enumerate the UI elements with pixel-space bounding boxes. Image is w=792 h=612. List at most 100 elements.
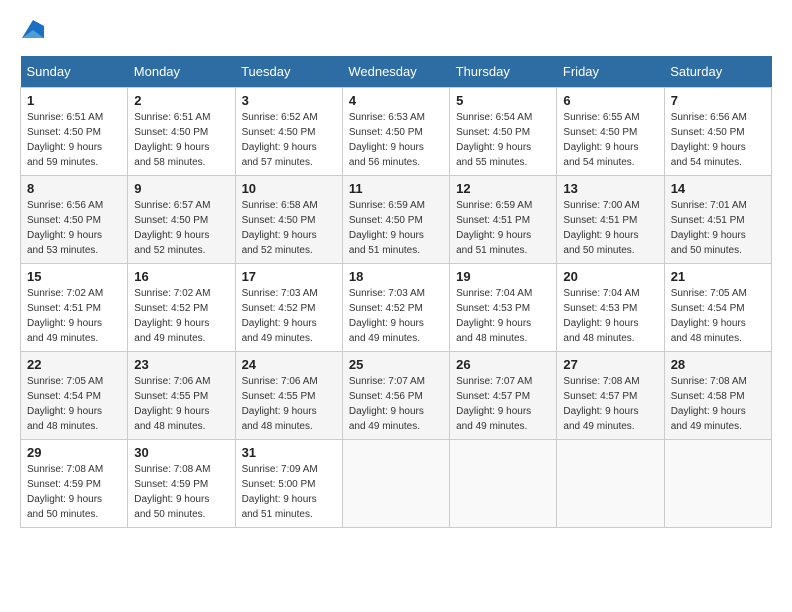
- day-detail: Sunrise: 7:02 AM Sunset: 4:52 PM Dayligh…: [134, 286, 228, 346]
- day-detail: Sunrise: 7:07 AM Sunset: 4:56 PM Dayligh…: [349, 374, 443, 434]
- day-detail: Sunrise: 7:08 AM Sunset: 4:58 PM Dayligh…: [671, 374, 765, 434]
- day-number: 17: [242, 269, 336, 284]
- logo: [20, 20, 44, 40]
- calendar-cell: 28 Sunrise: 7:08 AM Sunset: 4:58 PM Dayl…: [664, 352, 771, 440]
- calendar-cell: 23 Sunrise: 7:06 AM Sunset: 4:55 PM Dayl…: [128, 352, 235, 440]
- day-detail: Sunrise: 6:58 AM Sunset: 4:50 PM Dayligh…: [242, 198, 336, 258]
- day-number: 20: [563, 269, 657, 284]
- calendar-cell: [557, 440, 664, 528]
- calendar-cell: 11 Sunrise: 6:59 AM Sunset: 4:50 PM Dayl…: [342, 176, 449, 264]
- calendar-cell: 27 Sunrise: 7:08 AM Sunset: 4:57 PM Dayl…: [557, 352, 664, 440]
- day-number: 21: [671, 269, 765, 284]
- day-detail: Sunrise: 7:00 AM Sunset: 4:51 PM Dayligh…: [563, 198, 657, 258]
- day-number: 14: [671, 181, 765, 196]
- calendar-cell: 24 Sunrise: 7:06 AM Sunset: 4:55 PM Dayl…: [235, 352, 342, 440]
- day-detail: Sunrise: 7:06 AM Sunset: 4:55 PM Dayligh…: [134, 374, 228, 434]
- day-detail: Sunrise: 7:05 AM Sunset: 4:54 PM Dayligh…: [27, 374, 121, 434]
- day-number: 7: [671, 93, 765, 108]
- calendar-cell: 30 Sunrise: 7:08 AM Sunset: 4:59 PM Dayl…: [128, 440, 235, 528]
- day-number: 30: [134, 445, 228, 460]
- day-detail: Sunrise: 6:54 AM Sunset: 4:50 PM Dayligh…: [456, 110, 550, 170]
- calendar-cell: 20 Sunrise: 7:04 AM Sunset: 4:53 PM Dayl…: [557, 264, 664, 352]
- day-number: 5: [456, 93, 550, 108]
- day-detail: Sunrise: 6:51 AM Sunset: 4:50 PM Dayligh…: [134, 110, 228, 170]
- day-number: 28: [671, 357, 765, 372]
- calendar-day-header: Thursday: [450, 56, 557, 88]
- calendar-day-header: Monday: [128, 56, 235, 88]
- day-number: 31: [242, 445, 336, 460]
- day-detail: Sunrise: 6:51 AM Sunset: 4:50 PM Dayligh…: [27, 110, 121, 170]
- day-number: 1: [27, 93, 121, 108]
- day-number: 6: [563, 93, 657, 108]
- day-detail: Sunrise: 7:05 AM Sunset: 4:54 PM Dayligh…: [671, 286, 765, 346]
- day-detail: Sunrise: 7:01 AM Sunset: 4:51 PM Dayligh…: [671, 198, 765, 258]
- day-number: 23: [134, 357, 228, 372]
- day-number: 29: [27, 445, 121, 460]
- calendar-cell: 13 Sunrise: 7:00 AM Sunset: 4:51 PM Dayl…: [557, 176, 664, 264]
- calendar-cell: 2 Sunrise: 6:51 AM Sunset: 4:50 PM Dayli…: [128, 88, 235, 176]
- day-number: 3: [242, 93, 336, 108]
- calendar-cell: 25 Sunrise: 7:07 AM Sunset: 4:56 PM Dayl…: [342, 352, 449, 440]
- day-detail: Sunrise: 6:52 AM Sunset: 4:50 PM Dayligh…: [242, 110, 336, 170]
- day-detail: Sunrise: 6:59 AM Sunset: 4:51 PM Dayligh…: [456, 198, 550, 258]
- day-detail: Sunrise: 7:03 AM Sunset: 4:52 PM Dayligh…: [242, 286, 336, 346]
- calendar-cell: 29 Sunrise: 7:08 AM Sunset: 4:59 PM Dayl…: [21, 440, 128, 528]
- day-number: 18: [349, 269, 443, 284]
- day-number: 10: [242, 181, 336, 196]
- day-detail: Sunrise: 6:56 AM Sunset: 4:50 PM Dayligh…: [27, 198, 121, 258]
- calendar-cell: 16 Sunrise: 7:02 AM Sunset: 4:52 PM Dayl…: [128, 264, 235, 352]
- day-number: 25: [349, 357, 443, 372]
- calendar-cell: 26 Sunrise: 7:07 AM Sunset: 4:57 PM Dayl…: [450, 352, 557, 440]
- day-number: 13: [563, 181, 657, 196]
- day-number: 12: [456, 181, 550, 196]
- day-detail: Sunrise: 7:09 AM Sunset: 5:00 PM Dayligh…: [242, 462, 336, 522]
- day-detail: Sunrise: 7:06 AM Sunset: 4:55 PM Dayligh…: [242, 374, 336, 434]
- day-detail: Sunrise: 6:55 AM Sunset: 4:50 PM Dayligh…: [563, 110, 657, 170]
- calendar-cell: 22 Sunrise: 7:05 AM Sunset: 4:54 PM Dayl…: [21, 352, 128, 440]
- day-number: 15: [27, 269, 121, 284]
- calendar-cell: 10 Sunrise: 6:58 AM Sunset: 4:50 PM Dayl…: [235, 176, 342, 264]
- day-number: 4: [349, 93, 443, 108]
- calendar-day-header: Friday: [557, 56, 664, 88]
- calendar-cell: [342, 440, 449, 528]
- day-detail: Sunrise: 6:59 AM Sunset: 4:50 PM Dayligh…: [349, 198, 443, 258]
- day-number: 8: [27, 181, 121, 196]
- day-number: 19: [456, 269, 550, 284]
- day-number: 9: [134, 181, 228, 196]
- calendar-week-row: 22 Sunrise: 7:05 AM Sunset: 4:54 PM Dayl…: [21, 352, 772, 440]
- logo-icon: [22, 20, 44, 40]
- calendar-cell: 5 Sunrise: 6:54 AM Sunset: 4:50 PM Dayli…: [450, 88, 557, 176]
- day-number: 16: [134, 269, 228, 284]
- day-detail: Sunrise: 7:07 AM Sunset: 4:57 PM Dayligh…: [456, 374, 550, 434]
- calendar-cell: 31 Sunrise: 7:09 AM Sunset: 5:00 PM Dayl…: [235, 440, 342, 528]
- calendar-day-header: Wednesday: [342, 56, 449, 88]
- calendar-cell: 1 Sunrise: 6:51 AM Sunset: 4:50 PM Dayli…: [21, 88, 128, 176]
- calendar-cell: 21 Sunrise: 7:05 AM Sunset: 4:54 PM Dayl…: [664, 264, 771, 352]
- day-detail: Sunrise: 7:04 AM Sunset: 4:53 PM Dayligh…: [456, 286, 550, 346]
- calendar-cell: 8 Sunrise: 6:56 AM Sunset: 4:50 PM Dayli…: [21, 176, 128, 264]
- day-detail: Sunrise: 7:02 AM Sunset: 4:51 PM Dayligh…: [27, 286, 121, 346]
- calendar-week-row: 8 Sunrise: 6:56 AM Sunset: 4:50 PM Dayli…: [21, 176, 772, 264]
- day-detail: Sunrise: 6:56 AM Sunset: 4:50 PM Dayligh…: [671, 110, 765, 170]
- day-detail: Sunrise: 7:03 AM Sunset: 4:52 PM Dayligh…: [349, 286, 443, 346]
- page-header: [20, 20, 772, 40]
- day-detail: Sunrise: 7:08 AM Sunset: 4:57 PM Dayligh…: [563, 374, 657, 434]
- day-number: 22: [27, 357, 121, 372]
- calendar-day-header: Sunday: [21, 56, 128, 88]
- calendar-cell: 15 Sunrise: 7:02 AM Sunset: 4:51 PM Dayl…: [21, 264, 128, 352]
- calendar-header-row: SundayMondayTuesdayWednesdayThursdayFrid…: [21, 56, 772, 88]
- day-number: 11: [349, 181, 443, 196]
- calendar-day-header: Saturday: [664, 56, 771, 88]
- calendar-cell: 9 Sunrise: 6:57 AM Sunset: 4:50 PM Dayli…: [128, 176, 235, 264]
- calendar-cell: 3 Sunrise: 6:52 AM Sunset: 4:50 PM Dayli…: [235, 88, 342, 176]
- day-detail: Sunrise: 7:08 AM Sunset: 4:59 PM Dayligh…: [134, 462, 228, 522]
- day-detail: Sunrise: 7:04 AM Sunset: 4:53 PM Dayligh…: [563, 286, 657, 346]
- calendar-day-header: Tuesday: [235, 56, 342, 88]
- calendar-cell: 18 Sunrise: 7:03 AM Sunset: 4:52 PM Dayl…: [342, 264, 449, 352]
- day-detail: Sunrise: 6:57 AM Sunset: 4:50 PM Dayligh…: [134, 198, 228, 258]
- calendar-table: SundayMondayTuesdayWednesdayThursdayFrid…: [20, 56, 772, 528]
- day-number: 24: [242, 357, 336, 372]
- calendar-cell: 14 Sunrise: 7:01 AM Sunset: 4:51 PM Dayl…: [664, 176, 771, 264]
- day-number: 26: [456, 357, 550, 372]
- calendar-cell: [664, 440, 771, 528]
